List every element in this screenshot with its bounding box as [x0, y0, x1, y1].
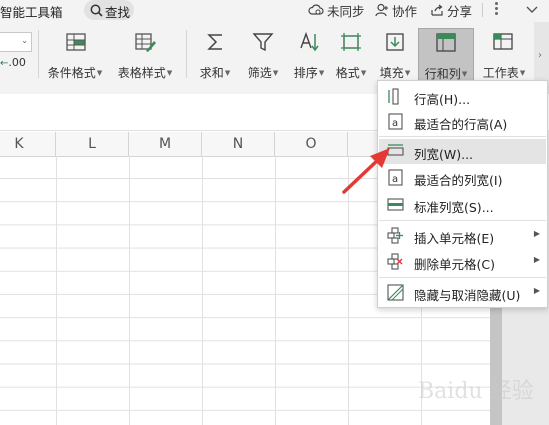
share-button[interactable]: 分享 [430, 0, 472, 20]
menu-item-label: 最适合的行高(A) [414, 117, 508, 132]
share-icon [431, 4, 443, 16]
sort-icon [300, 31, 319, 52]
rows-columns-label: 行和列 [424, 67, 461, 81]
worksheet-label: 工作表 [482, 66, 519, 80]
annotation-arrow-icon [342, 148, 390, 194]
worksheet-button[interactable]: 工作表▼ [478, 28, 530, 80]
conditional-format-icon [66, 33, 86, 51]
sum-icon [207, 34, 222, 50]
share-label: 分享 [447, 3, 473, 19]
filter-button[interactable]: 筛选▼ [242, 28, 284, 80]
sum-button[interactable]: 求和▼ [194, 28, 236, 80]
decimal-label: .00 [8, 56, 26, 69]
menu-separator [379, 277, 546, 278]
separator [186, 30, 187, 78]
svg-text:a: a [392, 118, 398, 129]
menu-item-label: 标准列宽(S)... [414, 200, 494, 215]
collapse-ribbon-icon[interactable] [524, 3, 540, 17]
submenu-arrow-icon: ▶ [533, 286, 540, 295]
hide-unhide-icon [387, 284, 404, 301]
sync-status-button[interactable]: 未同步 [308, 0, 365, 20]
rows-columns-menu: 行高(H)... a 最适合的行高(A) 列宽(W)... a 最适合的列宽(I… [377, 80, 548, 308]
smart-toolbox-button[interactable]: 智能工具箱 [0, 2, 63, 21]
menu-item-autofit-row[interactable]: a 最适合的行高(A) [379, 109, 546, 134]
submenu-arrow-icon: ▶ [533, 229, 540, 238]
menu-item-label: 删除单元格(C) [414, 257, 495, 272]
decrease-decimal-button[interactable]: ←.00 [0, 56, 26, 69]
menu-item-standard-width[interactable]: 标准列宽(S)... [379, 192, 546, 217]
separator [482, 3, 483, 17]
column-header-k[interactable]: K [0, 132, 56, 156]
fill-label: 填充 [379, 66, 404, 80]
conditional-format-button[interactable]: 条件格式▼ [44, 28, 106, 80]
title-bar: 智能工具箱 查找 未同步 协作 分享 [0, 0, 549, 22]
sync-label: 未同步 [327, 3, 365, 19]
row-height-icon [388, 88, 399, 105]
search-label: 查找 [105, 5, 131, 20]
format-label: 格式 [335, 66, 360, 80]
filter-label: 筛选 [247, 66, 272, 80]
format-icon [341, 33, 361, 51]
table-style-label: 表格样式 [117, 66, 166, 80]
menu-item-label: 隐藏与取消隐藏(U) [414, 288, 521, 303]
menu-separator [379, 136, 546, 137]
rows-columns-icon [436, 33, 456, 52]
column-header-n[interactable]: N [202, 132, 275, 156]
menu-item-hide-unhide[interactable]: 隐藏与取消隐藏(U) ▶ [379, 280, 546, 305]
sort-button[interactable]: 排序▼ [288, 28, 330, 80]
delete-cell-icon [387, 253, 403, 270]
more-options-icon[interactable] [494, 2, 500, 18]
fill-button[interactable]: 填充▼ [374, 28, 416, 80]
watermark-text: Baidu 经验 [418, 379, 534, 404]
worksheet-icon [493, 33, 513, 50]
menu-separator [379, 220, 546, 221]
table-style-icon [135, 33, 156, 52]
cloud-icon [308, 4, 324, 15]
sort-label: 排序 [293, 66, 318, 80]
menu-item-row-height[interactable]: 行高(H)... [379, 84, 546, 109]
collab-label: 协作 [392, 3, 418, 19]
menu-item-label: 行高(H)... [414, 92, 471, 107]
search-icon [90, 4, 103, 17]
menu-item-label: 插入单元格(E) [414, 231, 495, 246]
menu-item-label: 列宽(W)... [414, 147, 474, 162]
search-box[interactable]: 查找 [84, 0, 134, 20]
rows-columns-button[interactable]: 行和列▼ [418, 28, 474, 86]
fill-icon [386, 33, 404, 51]
autofit-row-icon: a [388, 113, 403, 130]
column-header-o[interactable]: O [275, 132, 348, 156]
menu-item-autofit-column[interactable]: a 最适合的列宽(I) [379, 165, 546, 190]
menu-item-column-width[interactable]: 列宽(W)... [379, 139, 546, 164]
collaborate-button[interactable]: 协作 [375, 0, 417, 20]
conditional-format-label: 条件格式 [47, 66, 96, 80]
format-button[interactable]: 格式▼ [330, 28, 372, 80]
filter-icon [252, 33, 274, 52]
column-header-l[interactable]: L [56, 132, 129, 156]
separator [38, 30, 39, 78]
sum-label: 求和 [199, 66, 224, 80]
number-format-dropdown[interactable]: ⌄ [0, 32, 32, 52]
menu-item-label: 最适合的列宽(I) [414, 173, 503, 188]
column-header-m[interactable]: M [129, 132, 202, 156]
table-style-button[interactable]: 表格样式▼ [114, 28, 176, 80]
insert-cell-icon [387, 227, 403, 244]
submenu-arrow-icon: ▶ [533, 255, 540, 264]
menu-item-insert-cell[interactable]: 插入单元格(E) ▶ [379, 223, 546, 248]
menu-item-delete-cell[interactable]: 删除单元格(C) ▶ [379, 249, 546, 274]
user-add-icon [375, 3, 388, 17]
watermark-logo: Baidu 经验 [418, 373, 543, 421]
